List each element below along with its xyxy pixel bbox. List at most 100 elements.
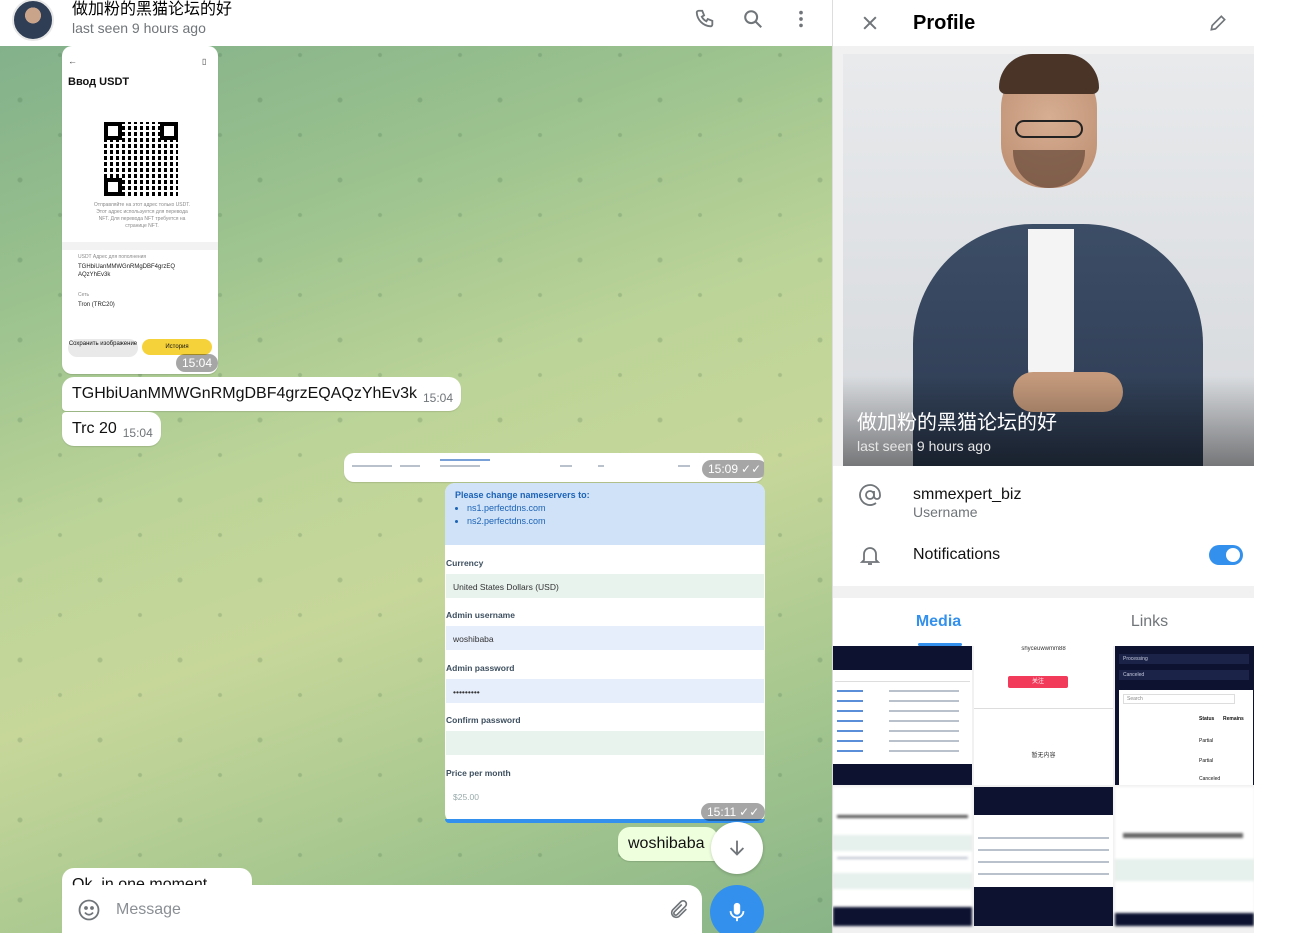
profile-pane: Profile 做加粉的黑猫论坛的好 last seen 9 hours ago…	[832, 0, 1254, 933]
thumb-remains-header: Remains	[1223, 716, 1244, 722]
media-thumbnail[interactable]	[833, 646, 972, 785]
currency-field: United States Dollars (USD)	[446, 574, 764, 598]
admin-password-label: Admin password	[446, 663, 515, 673]
back-arrow-icon: ←	[68, 56, 77, 66]
confirm-password-field	[446, 731, 764, 755]
voice-record-button[interactable]	[710, 885, 764, 933]
image-message-order-strip[interactable]: 15:09 ✓✓	[344, 453, 764, 482]
username-value: smmexpert_biz	[913, 486, 1022, 503]
image-message-usdt-screenshot[interactable]: ← ▯ Ввод USDT Отправляйте на этот адрес …	[62, 46, 218, 374]
media-thumbnail[interactable]: Processing Canceled Search Status Remain…	[1115, 646, 1254, 785]
notifications-row[interactable]: Notifications	[833, 542, 1254, 568]
media-thumbnail[interactable]	[974, 787, 1113, 926]
emoji-icon[interactable]	[76, 897, 102, 923]
network-label: Сеть	[78, 292, 90, 298]
notifications-toggle[interactable]	[1209, 545, 1243, 565]
thumb-status-cell: Partial	[1199, 738, 1214, 744]
profile-name: 做加粉的黑猫论坛的好	[857, 412, 1057, 434]
notice-title: Please change nameservers to:	[455, 490, 590, 500]
attach-icon[interactable]	[666, 897, 692, 923]
chat-status: last seen 9 hours ago	[72, 20, 206, 36]
blur-text	[560, 465, 572, 467]
message-time-text: 15:09	[708, 462, 739, 476]
price-label: Price per month	[446, 768, 511, 778]
profile-title: Profile	[913, 11, 976, 34]
media-thumbnail[interactable]	[833, 787, 972, 926]
tab-links[interactable]: Links	[1044, 598, 1254, 646]
media-grid: shyceuwwmm88 关注 暂无内容 Processing Canceled…	[833, 646, 1254, 933]
microphone-icon	[729, 902, 745, 922]
address-label: USDT Адрес для пополнения	[78, 254, 147, 260]
phone-icon[interactable]	[692, 6, 718, 32]
divider	[62, 242, 218, 250]
tab-media[interactable]: Media	[833, 598, 1044, 646]
admin-username-field: woshibaba	[446, 626, 764, 650]
photo-person-hair	[999, 54, 1099, 94]
media-thumbnail[interactable]: shyceuwwmm88 关注 暂无内容	[974, 646, 1113, 785]
nameserver-notice: Please change nameservers to: ns1.perfec…	[445, 483, 765, 545]
save-image-button: Сохранить изображение	[68, 339, 138, 357]
chat-header[interactable]: 做加粉的黑猫论坛的好 last seen 9 hours ago	[0, 0, 832, 46]
nameserver-2: ns2.perfectdns.com	[467, 515, 755, 528]
qr-corner	[104, 122, 122, 140]
usdt-title: Ввод USDT	[68, 76, 130, 88]
blur-text	[440, 465, 480, 467]
search-icon[interactable]	[740, 6, 766, 32]
nameserver-1: ns1.perfectdns.com	[467, 502, 755, 515]
copy-icon: ▯	[202, 57, 207, 66]
message-composer[interactable]: Message	[62, 885, 702, 933]
profile-header: Profile	[833, 0, 1254, 46]
text-message-outgoing[interactable]: woshibaba	[618, 827, 718, 861]
message-text: Trc 20	[72, 420, 117, 437]
more-vertical-icon[interactable]	[788, 6, 814, 32]
admin-username-label: Admin username	[446, 610, 515, 620]
message-time: 15:09 ✓✓	[702, 460, 764, 478]
thumb-search: Search	[1123, 694, 1235, 704]
address-value: TGHbiUanMMWGnRMgDBF4grzEQ AQzYhEv3k	[78, 264, 176, 278]
username-row[interactable]: smmexpert_biz	[833, 482, 1254, 508]
at-sign-icon	[857, 482, 883, 508]
blur-text	[598, 465, 604, 467]
confirm-password-label: Confirm password	[446, 715, 521, 725]
bell-icon	[857, 542, 883, 568]
thumb-status-cell: Partial	[1199, 758, 1214, 764]
username-label: Username	[913, 504, 978, 520]
text-message[interactable]: Trc 20 15:04	[62, 412, 161, 446]
message-time: 15:04	[422, 391, 453, 405]
media-tabs: Media Links	[833, 598, 1254, 646]
double-check-icon: ✓✓	[741, 462, 762, 476]
photo-person-glasses	[1015, 120, 1083, 138]
blur-text	[352, 465, 392, 467]
close-icon[interactable]	[857, 10, 883, 36]
profile-info: smmexpert_biz Username Notifications	[833, 466, 1254, 586]
chat-header-info[interactable]: 做加粉的黑猫论坛的好 last seen 9 hours ago	[72, 1, 232, 37]
chat-avatar[interactable]	[12, 0, 54, 41]
currency-label: Currency	[446, 558, 484, 568]
notifications-label: Notifications	[913, 546, 1001, 563]
media-thumbnail[interactable]	[1115, 787, 1254, 926]
thumb-row: Canceled	[1119, 670, 1249, 680]
message-time: 15:11 ✓✓	[701, 803, 766, 821]
message-time: 15:04	[122, 426, 153, 440]
message-input[interactable]: Message	[116, 901, 666, 919]
network-value: Tron (TRC20)	[78, 302, 115, 308]
double-check-icon: ✓✓	[739, 805, 760, 819]
toggle-knob	[1224, 546, 1242, 564]
scroll-down-button[interactable]	[711, 822, 763, 874]
history-button: История	[142, 339, 212, 355]
text-message[interactable]: TGHbiUanMMWGnRMgDBF4grzEQAQzYhEv3k 15:04	[62, 377, 461, 411]
edit-pencil-icon[interactable]	[1205, 10, 1231, 36]
thumb-status-header: Status	[1199, 716, 1215, 722]
thumb-empty-text: 暂无内容	[1031, 753, 1056, 759]
arrow-down-icon	[729, 840, 745, 856]
photo-person-shirt	[1028, 229, 1074, 389]
blur-text	[678, 465, 690, 467]
qr-corner	[160, 122, 178, 140]
image-message-panel-screenshot[interactable]: Please change nameservers to: ns1.perfec…	[445, 483, 766, 823]
blur-text	[400, 465, 420, 467]
profile-status: last seen 9 hours ago	[857, 438, 991, 454]
chat-pane: 做加粉的黑猫论坛的好 last seen 9 hours ago ← ▯ Вво…	[0, 0, 832, 933]
thumb-status-cell: Canceled	[1199, 776, 1221, 782]
profile-photo[interactable]	[843, 54, 1254, 466]
qr-corner	[104, 178, 122, 196]
